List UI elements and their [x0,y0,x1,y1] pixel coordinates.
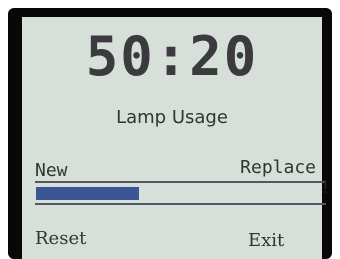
lamp-usage-caption: Lamp Usage [116,107,228,128]
gauge-new-label: New [35,160,68,181]
gauge-replace-label: Replace [240,157,316,178]
lamp-usage-gauge [36,187,308,200]
exit-softkey[interactable]: Exit [248,230,284,252]
replace-warning-mark: ! [320,177,331,198]
lamp-usage-time: 50:20 [85,25,259,88]
gauge-top-rule [35,181,326,183]
reset-softkey[interactable]: Reset [35,228,86,250]
lcd-screen: 50:20 Lamp Usage New Replace ! Reset Exi… [22,17,331,259]
gauge-bottom-rule [35,203,326,205]
lamp-usage-gauge-fill [36,187,140,200]
